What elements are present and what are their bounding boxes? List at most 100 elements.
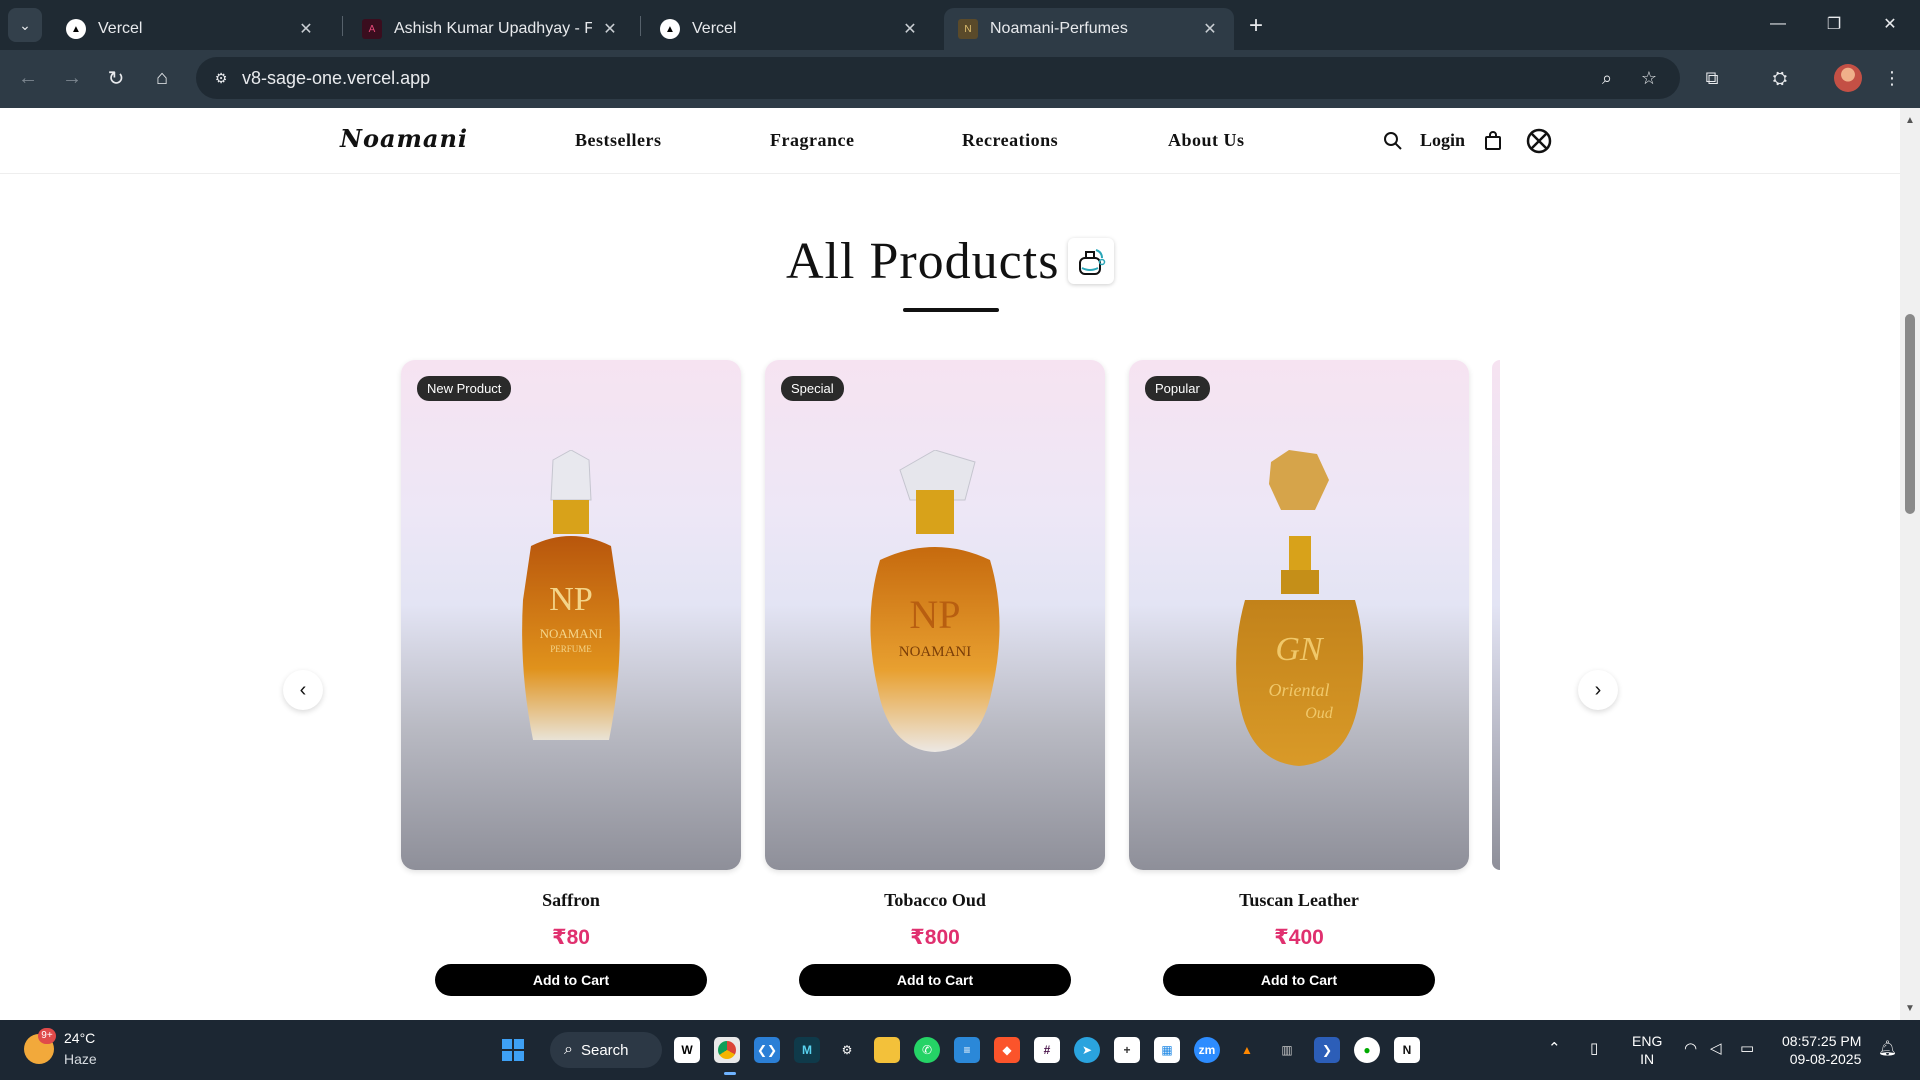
slack-app-icon[interactable]: # (1034, 1037, 1060, 1063)
back-icon[interactable]: ← (10, 60, 46, 96)
vercel-icon: ▲ (66, 19, 86, 39)
notion-app-icon[interactable]: N (1394, 1037, 1420, 1063)
profile-avatar[interactable] (1834, 64, 1862, 92)
nav-about-us[interactable]: About Us (1168, 130, 1245, 151)
notepad-app-icon[interactable]: W (674, 1037, 700, 1063)
close-icon[interactable]: ✕ (900, 19, 920, 39)
product-card[interactable]: New Product NP NOAMANI PERFUME Saffron ₹… (401, 360, 741, 996)
bottle-brand: NOAMANI (899, 644, 972, 660)
product-price: ₹80 (552, 926, 590, 949)
product-name[interactable]: Tuscan Leather (1129, 890, 1469, 911)
notes-app-icon[interactable]: ≡ (954, 1037, 980, 1063)
usb-device-icon[interactable]: ▯ (1590, 1039, 1598, 1057)
system-clock[interactable]: 08:57:25 PM 09-08-2025 (1782, 1032, 1861, 1068)
store-app-icon[interactable]: ▦ (1154, 1037, 1180, 1063)
perfume-bottle-icon (1068, 238, 1114, 284)
bottle-brand: NOAMANI (540, 626, 603, 641)
close-icon[interactable]: ✕ (600, 19, 620, 39)
incognito-icon[interactable]: ⛭ (1762, 60, 1798, 96)
notification-bell-icon[interactable]: 🔔︎ (1878, 1039, 1897, 1057)
carousel-next-button[interactable]: › (1578, 670, 1618, 710)
minimize-icon[interactable]: — (1750, 0, 1806, 48)
add-to-cart-button[interactable]: Add to Cart (435, 964, 707, 996)
close-icon[interactable]: ✕ (1200, 19, 1220, 39)
shopping-bag-icon[interactable] (1480, 128, 1506, 154)
extensions-icon[interactable]: ⧉ (1694, 60, 1730, 96)
carousel-prev-button[interactable]: ‹ (283, 670, 323, 710)
menu-kebab-icon[interactable]: ⋮ (1874, 60, 1910, 96)
scroll-down-icon[interactable]: ▼ (1904, 1002, 1916, 1014)
chatgpt-app-icon[interactable]: ⚙ (834, 1037, 860, 1063)
taskbar-search[interactable]: ⌕ Search (550, 1032, 662, 1068)
product-card[interactable]: Special NP NOAMANI Tobacco Oud ₹800 Add … (765, 360, 1105, 996)
bookmark-star-icon[interactable]: ☆ (1636, 65, 1662, 91)
tab-search-menu-icon[interactable]: ⌄ (8, 8, 42, 42)
product-name[interactable]: Tobacco Oud (765, 890, 1105, 911)
tab-title: Vercel (692, 20, 737, 37)
mongodb-app-icon[interactable]: ● (1354, 1037, 1380, 1063)
new-tab-icon[interactable]: + (1240, 10, 1272, 42)
perfume-bottle-image: NP NOAMANI (765, 450, 1105, 780)
profile-circle-icon[interactable] (1524, 126, 1554, 156)
restore-icon[interactable]: ❐ (1806, 0, 1862, 48)
add-to-cart-button[interactable]: Add to Cart (1163, 964, 1435, 996)
input-language[interactable]: ENG IN (1632, 1032, 1662, 1068)
windows-start-icon[interactable] (502, 1039, 524, 1061)
close-window-icon[interactable]: ✕ (1862, 0, 1918, 48)
vlc-app-icon[interactable]: ▲ (1234, 1037, 1260, 1063)
product-image[interactable]: Popular GN Oriental Oud (1129, 360, 1469, 870)
show-hidden-icons[interactable]: ⌃ (1548, 1039, 1561, 1057)
site-logo[interactable]: Noamani (340, 124, 468, 153)
tab-title: Ashish Kumar Upadhyay - Full S (394, 20, 592, 37)
nav-fragrance[interactable]: Fragrance (770, 130, 854, 151)
add-to-cart-button[interactable]: Add to Cart (799, 964, 1071, 996)
recycle-bin-icon[interactable]: ▥ (1274, 1037, 1300, 1063)
tab-vercel-1[interactable]: ▲ Vercel ✕ (52, 8, 330, 50)
product-name[interactable]: Saffron (401, 890, 741, 911)
search-icon[interactable] (1380, 128, 1406, 154)
tab-portfolio[interactable]: A Ashish Kumar Upadhyay - Full S ✕ (348, 8, 634, 50)
next-product-card-peek[interactable] (1492, 360, 1500, 870)
url-text[interactable]: v8-sage-one.vercel.app (242, 68, 430, 89)
nav-bestsellers[interactable]: Bestsellers (575, 130, 661, 151)
address-bar[interactable]: ⚙ v8-sage-one.vercel.app ⌕ ☆ (196, 57, 1680, 99)
tab-divider (640, 16, 641, 36)
close-icon[interactable]: ✕ (296, 19, 316, 39)
bottle-monogram: NP (549, 581, 592, 618)
scroll-up-icon[interactable]: ▲ (1904, 114, 1916, 126)
zoom-icon[interactable]: ⌕ (1594, 65, 1620, 91)
chrome-app-icon[interactable] (714, 1037, 740, 1063)
terminal-app-icon[interactable]: M (794, 1037, 820, 1063)
telegram-app-icon[interactable]: ➤ (1074, 1037, 1100, 1063)
vscode-app-icon[interactable]: ❮❯ (754, 1037, 780, 1063)
nav-recreations[interactable]: Recreations (962, 130, 1058, 151)
battery-icon[interactable]: ▭ (1740, 1039, 1754, 1057)
file-explorer-icon[interactable] (874, 1037, 900, 1063)
zoom-app-icon[interactable]: zm (1194, 1037, 1220, 1063)
reload-icon[interactable]: ↻ (98, 60, 134, 96)
perfume-bottle-image: NP NOAMANI PERFUME (401, 450, 741, 780)
bottle-brand: Oriental (1269, 680, 1330, 700)
product-image[interactable]: New Product NP NOAMANI PERFUME (401, 360, 741, 870)
volume-icon[interactable]: ◁ (1710, 1039, 1722, 1057)
brave-app-icon[interactable]: ◆ (994, 1037, 1020, 1063)
weather-temp[interactable]: 24°C (64, 1030, 95, 1046)
login-link[interactable]: Login (1420, 130, 1465, 151)
forward-icon[interactable]: → (54, 60, 90, 96)
weather-condition[interactable]: Haze (64, 1051, 97, 1067)
product-image[interactable]: Special NP NOAMANI (765, 360, 1105, 870)
home-icon[interactable]: ⌂ (144, 60, 180, 96)
page-scrollbar[interactable]: ▲ ▼ (1900, 108, 1920, 1020)
whatsapp-app-icon[interactable]: ✆ (914, 1037, 940, 1063)
windows-taskbar: 9+ 24°C Haze ⌕ Search W ❮❯ M ⚙ ✆ ≡ ◆ # ➤… (0, 1020, 1920, 1080)
clock-time: 08:57:25 PM (1782, 1033, 1862, 1049)
site-info-icon[interactable]: ⚙ (208, 65, 234, 91)
scroll-thumb[interactable] (1905, 314, 1915, 514)
bottle-monogram: GN (1275, 631, 1325, 668)
wifi-icon[interactable]: ◠ (1684, 1039, 1697, 1057)
product-card[interactable]: Popular GN Oriental Oud Tuscan Leather ₹… (1129, 360, 1469, 996)
tab-vercel-2[interactable]: ▲ Vercel ✕ (646, 8, 934, 50)
tab-noamani-perfumes[interactable]: N Noamani-Perfumes ✕ (944, 8, 1234, 50)
tools-app-icon[interactable]: + (1114, 1037, 1140, 1063)
powershell-app-icon[interactable]: ❯ (1314, 1037, 1340, 1063)
